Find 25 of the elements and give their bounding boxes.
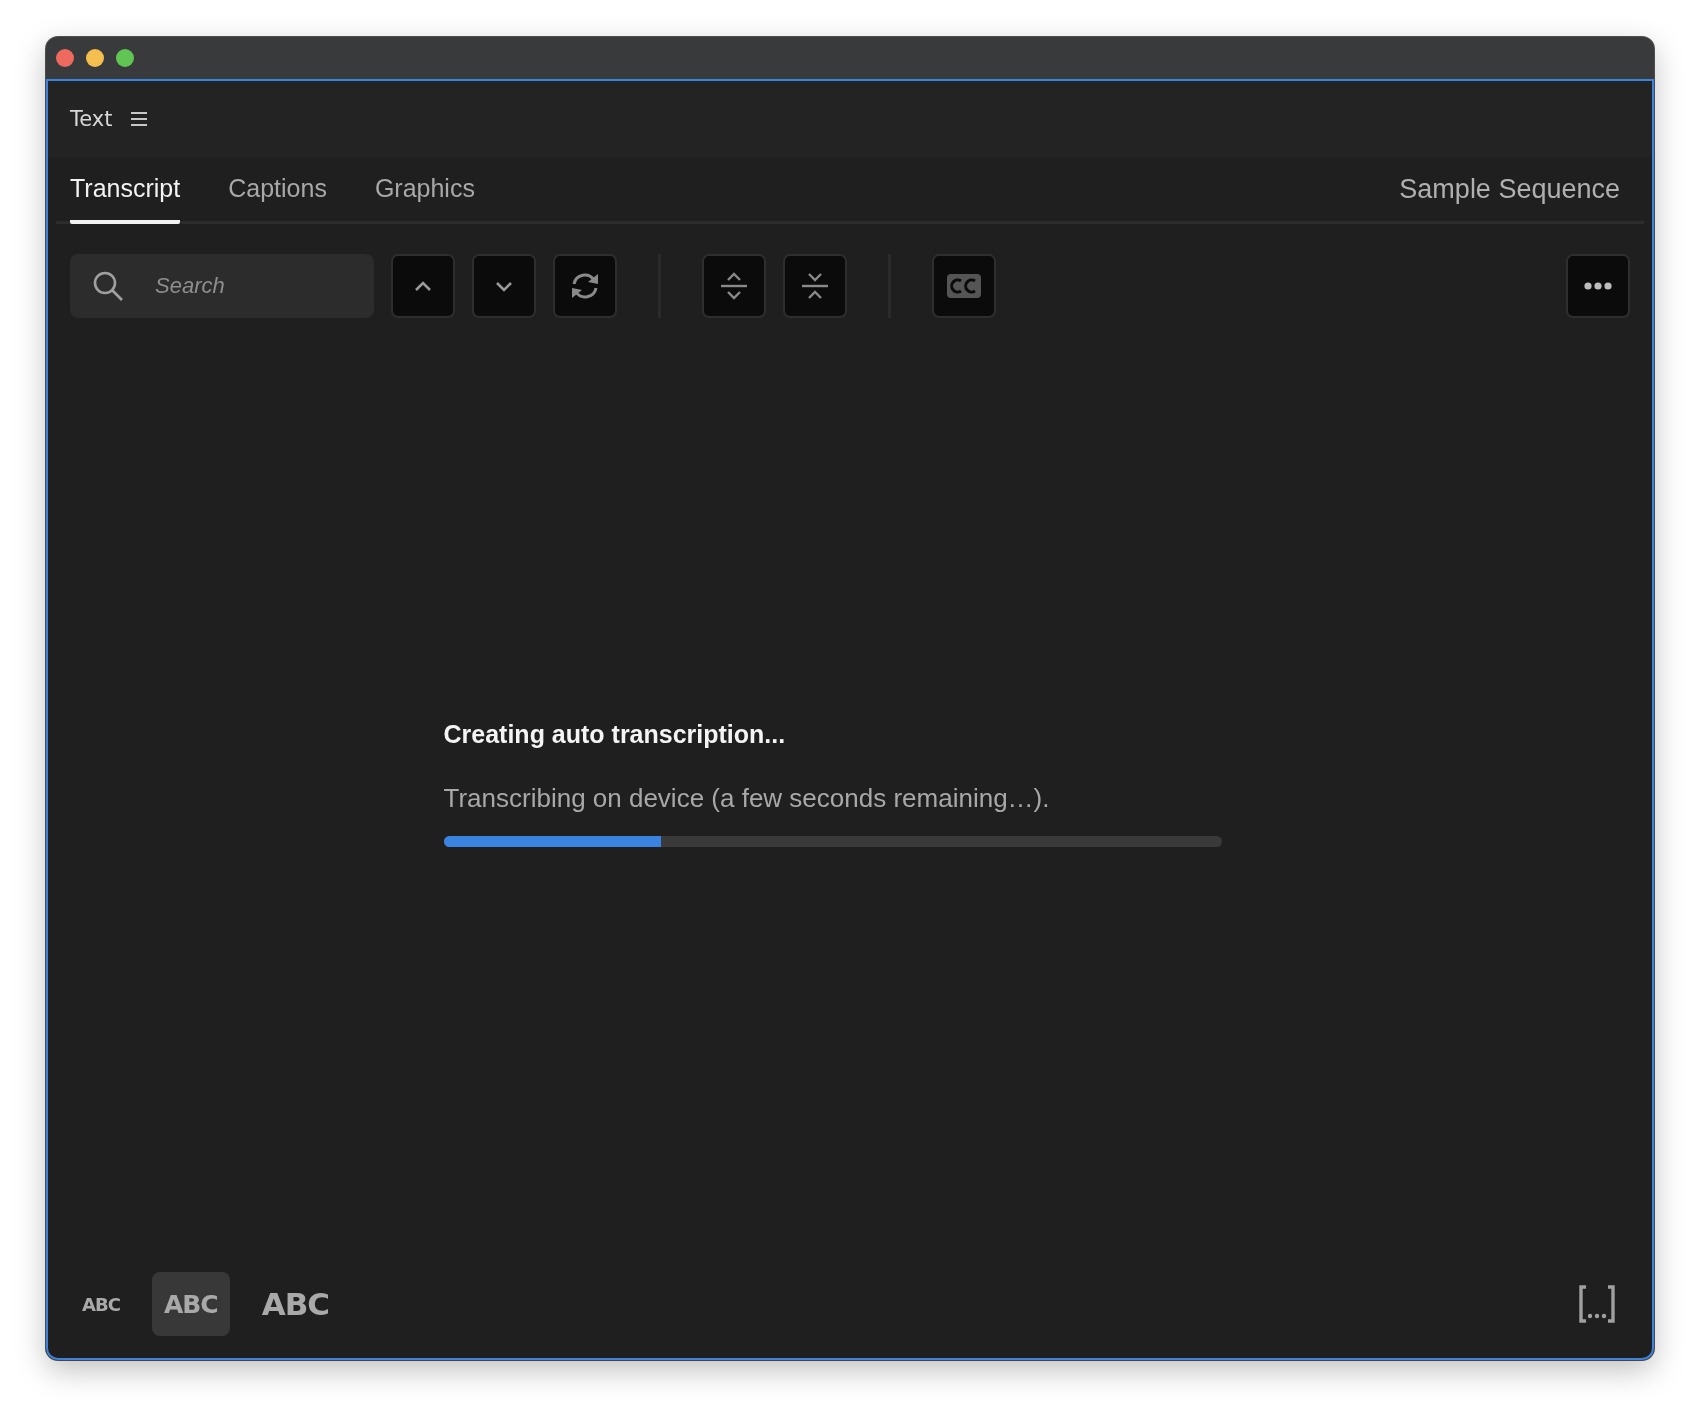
captions-button[interactable] [932, 254, 996, 318]
text-size-button[interactable]: ABC [151, 1272, 230, 1336]
text-size-button[interactable]: ABC [249, 1272, 341, 1336]
sequence-name: Sample Sequence [1399, 173, 1620, 205]
text-size-button[interactable]: ABC [70, 1272, 132, 1336]
status-title: Creating auto transcription... [443, 719, 787, 749]
menu-icon[interactable] [130, 111, 149, 127]
collapse-button[interactable] [783, 254, 847, 318]
bracket-ellipsis-icon[interactable] [1578, 1285, 1616, 1323]
tab[interactable]: Graphics [374, 157, 475, 224]
panel-title: Text [70, 107, 113, 131]
status-message: Transcribing on device (a few seconds remaining…). [443, 782, 1051, 814]
minimize-button[interactable] [86, 49, 104, 67]
refresh-button[interactable] [553, 254, 617, 318]
close-button[interactable] [56, 49, 74, 67]
zoom-button[interactable] [116, 49, 134, 67]
search-icon [92, 270, 124, 302]
up-chevron-icon [414, 280, 432, 292]
search-field[interactable]: Search [70, 254, 374, 318]
tab[interactable]: Transcript [70, 157, 181, 224]
expand-button[interactable] [702, 254, 766, 318]
down-chevron-icon [495, 280, 513, 292]
tab[interactable]: Captions [228, 157, 327, 224]
more-button[interactable] [1566, 254, 1630, 318]
more-icon [1583, 281, 1613, 291]
